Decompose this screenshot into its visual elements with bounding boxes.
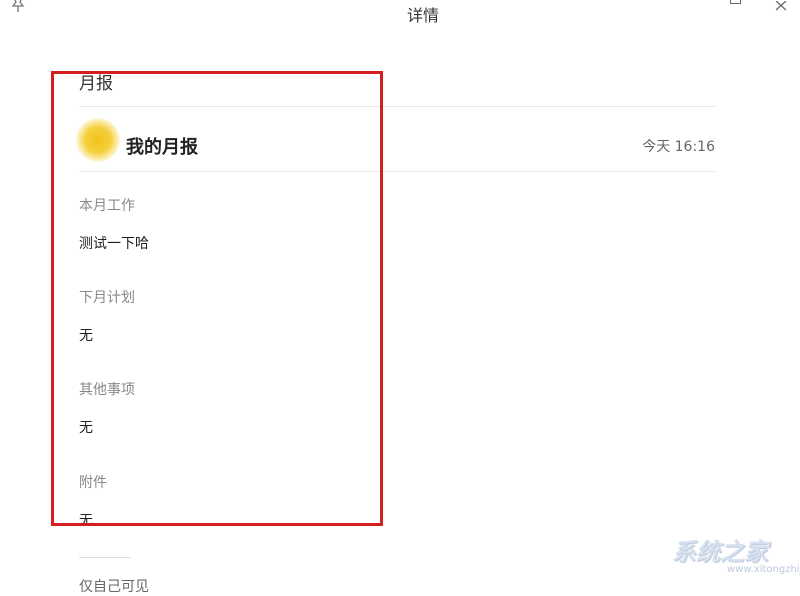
timestamp: 今天 16:16 — [642, 139, 715, 155]
header-divider — [79, 106, 715, 107]
watermark-text: 系统之家 — [672, 538, 768, 566]
section-label-other: 其他事项 — [79, 382, 135, 398]
author-divider — [79, 171, 715, 172]
footer-divider — [79, 557, 131, 558]
section-value-next-month: 无 — [79, 328, 93, 344]
section-label-next-month: 下月计划 — [79, 290, 135, 306]
author-name: 我的月报 — [126, 137, 198, 158]
section-value-attachment: 无 — [79, 513, 93, 529]
close-icon[interactable] — [775, 0, 787, 11]
watermark: 系统之家 www.xitongzhijia.net — [632, 512, 800, 591]
section-value-other: 无 — [79, 420, 93, 436]
watermark-url: www.xitongzhijia.net — [727, 564, 800, 575]
section-label-this-month: 本月工作 — [79, 198, 135, 214]
visibility-note: 仅自己可见 — [79, 579, 149, 595]
section-value-this-month: 测试一下哈 — [79, 236, 149, 252]
section-label-attachment: 附件 — [79, 475, 107, 491]
report-title: 月报 — [79, 74, 113, 94]
maximize-icon[interactable] — [730, 0, 741, 4]
avatar[interactable] — [76, 118, 120, 162]
window-title: 详情 — [406, 6, 439, 25]
title-bar: 详情 — [0, 0, 800, 28]
